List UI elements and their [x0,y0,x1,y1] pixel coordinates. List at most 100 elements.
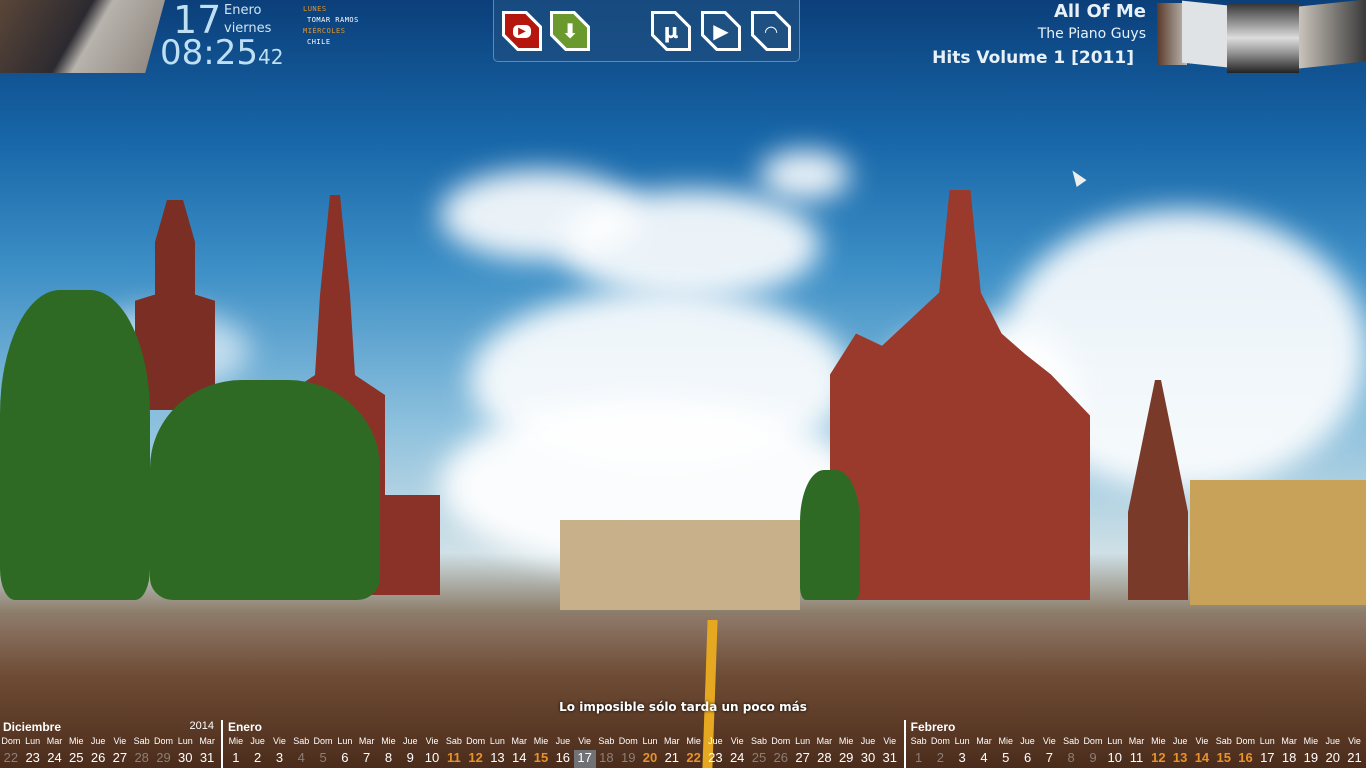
calendar-day[interactable]: 8 [378,750,400,768]
calendar-day[interactable]: 4 [973,750,995,768]
calendar-day[interactable]: 22 [683,750,705,768]
calendar-day[interactable]: 2 [247,750,269,768]
calendar-day[interactable]: 14 [1191,750,1213,768]
calendar-day[interactable]: 5 [312,750,334,768]
calendar-day[interactable]: 19 [617,750,639,768]
calendar-day[interactable]: 7 [356,750,378,768]
calendar-day[interactable]: 2 [929,750,951,768]
weekday-label: Vie [1348,736,1361,746]
utorrent-icon: µ [663,19,679,43]
wifi-button[interactable]: ◠ [751,11,791,51]
weekday-label: Jue [1020,736,1035,746]
event-day: LUNES [303,5,327,13]
calendar-day[interactable]: 15 [1213,750,1235,768]
calendar-day[interactable]: 31 [196,750,218,768]
calendar-day[interactable]: 3 [269,750,291,768]
weekday-label: Sab [910,736,927,746]
calendar-day[interactable]: 11 [443,750,465,768]
calendar-day[interactable]: 21 [1344,750,1366,768]
calendar-day[interactable]: 1 [225,750,247,768]
calendar-day[interactable]: 20 [639,750,661,768]
calendar-day[interactable]: 22 [0,750,22,768]
weekday-label: Jue [1325,736,1340,746]
weekday-label: Jue [90,736,106,746]
calendar-day[interactable]: 25 [65,750,87,768]
calendar-day[interactable]: 20 [1322,750,1344,768]
calendar-day[interactable]: 4 [290,750,312,768]
download-button[interactable]: ⬇ [550,11,590,51]
calendar-day[interactable]: 16 [552,750,574,768]
weekday-label: Jue [250,736,265,746]
weekday-label: Vie [425,736,439,746]
calendar-day[interactable]: 30 [174,750,196,768]
calendar-day[interactable]: 10 [1104,750,1126,768]
weekday-row: Sab Dom Lun Mar Mie Jue Vie Sab Dom Lun Mar Mie Jue V… [908,736,1366,750]
calendar-day[interactable]: 12 [465,750,487,768]
quote-text: Lo imposible sólo tarda un poco más [559,700,807,714]
weekday-label: Mie [1151,736,1166,746]
calendar-day[interactable]: 29 [835,750,857,768]
calendar-day[interactable]: 18 [1278,750,1300,768]
calendar-day[interactable]: 10 [421,750,443,768]
calendar-day[interactable]: 30 [857,750,879,768]
weekday-label: Sab [133,736,150,746]
weekday-label: Lun [25,736,41,746]
weekday-label: Lun [489,736,505,746]
weekday-label: Lun [337,736,353,746]
calendar-day[interactable]: 13 [487,750,509,768]
youtube-button[interactable]: ▶ [502,11,542,51]
calendar-day[interactable]: 25 [748,750,770,768]
calendar-day[interactable]: 23 [22,750,44,768]
calendar-day[interactable]: 11 [1126,750,1148,768]
weekday-label: Lun [642,736,658,746]
utorrent-button[interactable]: µ [651,11,691,51]
media-player-button[interactable]: ▶ [701,11,741,51]
calendar-day[interactable]: 9 [1082,750,1104,768]
album-cover[interactable] [1182,0,1227,68]
calendar-day[interactable]: 13 [1169,750,1191,768]
weekday-label: Vie [273,736,286,746]
weekday-row: Mie Jue Vie Sab Dom Lun Mar Mie Jue Vie Sab Dom Lun M… [225,736,901,750]
calendar-day[interactable]: 17 [1256,750,1278,768]
calendar-day[interactable]: 7 [1038,750,1060,768]
calendar-day[interactable]: 16 [1235,750,1257,768]
calendar-day[interactable]: 27 [109,750,131,768]
album-cover-current[interactable] [1227,3,1299,73]
download-icon: ⬇ [561,19,579,43]
calendar-day[interactable]: 23 [705,750,727,768]
calendar-day[interactable]: 6 [1017,750,1039,768]
calendar-day-today[interactable]: 17 [573,750,596,768]
weekday-label: Jue [708,736,723,746]
calendar-day[interactable]: 21 [661,750,683,768]
weekday-label: Vie [730,736,744,746]
calendar-day[interactable]: 24 [44,750,66,768]
calendar-day[interactable]: 19 [1300,750,1322,768]
calendar-day[interactable]: 12 [1147,750,1169,768]
calendar-day[interactable]: 15 [530,750,552,768]
album-cover[interactable] [1299,0,1366,69]
weekday-label: Lun [1259,736,1275,746]
album-art-photo [0,0,165,73]
weekday-label: Mar [1128,736,1145,746]
calendar-day[interactable]: 31 [879,750,901,768]
calendar-day[interactable]: 5 [995,750,1017,768]
weekday-label: Dom [771,736,791,746]
calendar-day[interactable]: 24 [726,750,748,768]
weekday-label: Vie [883,736,897,746]
calendar-day[interactable]: 29 [153,750,175,768]
weekday-label: Lun [795,736,811,746]
calendar-day[interactable]: 26 [87,750,109,768]
calendar-day[interactable]: 14 [508,750,530,768]
calendar-day[interactable]: 1 [908,750,930,768]
calendar-day[interactable]: 27 [792,750,814,768]
calendar-day[interactable]: 28 [131,750,153,768]
calendar-day[interactable]: 6 [334,750,356,768]
clock-time: 08:2542 [160,33,283,73]
calendar-day[interactable]: 8 [1060,750,1082,768]
weekday-label: Mie [69,736,84,746]
calendar-day[interactable]: 9 [399,750,421,768]
calendar-day[interactable]: 28 [813,750,835,768]
calendar-day[interactable]: 18 [596,750,618,768]
calendar-day[interactable]: 3 [951,750,973,768]
calendar-day[interactable]: 26 [770,750,792,768]
